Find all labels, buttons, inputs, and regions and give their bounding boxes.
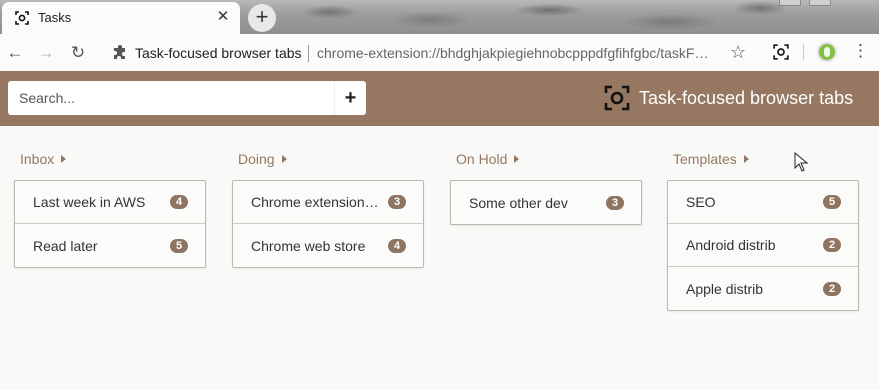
- tab-count-badge: 3: [388, 195, 406, 209]
- puzzle-icon: [114, 45, 125, 59]
- window-maximize-button[interactable]: [809, 0, 831, 6]
- bookmark-star-icon[interactable]: ☆: [730, 42, 746, 63]
- column-title: On Hold: [456, 151, 508, 167]
- tab-count-badge: 4: [388, 238, 406, 253]
- task-item[interactable]: Last week in AWS 4: [15, 181, 205, 224]
- focus-icon: [15, 11, 29, 25]
- tab-count-badge: 2: [823, 281, 841, 296]
- focus-logo-icon: [604, 85, 630, 111]
- task-label: Some other dev: [469, 194, 568, 211]
- app-header: + Task-focused browser tabs: [0, 71, 879, 126]
- address-divider: [308, 45, 309, 62]
- task-label: Chrome extension ...: [251, 194, 379, 210]
- tab-count-badge: 2: [823, 238, 841, 252]
- task-item[interactable]: Apple distrib 2: [668, 267, 858, 310]
- url-text[interactable]: chrome-extension://bhdghjakpiegiehnobcpp…: [317, 45, 708, 61]
- column-header[interactable]: Inbox: [14, 150, 206, 168]
- task-item[interactable]: SEO 5: [668, 181, 858, 224]
- caret-right-icon: [743, 155, 749, 163]
- task-item[interactable]: Chrome extension ... 3: [233, 181, 423, 224]
- column-header[interactable]: Doing: [232, 150, 424, 168]
- tab-title: Tasks: [38, 10, 72, 25]
- browser-tab-active[interactable]: Tasks ✕: [2, 2, 240, 34]
- column-title: Templates: [673, 151, 737, 167]
- tab-strip: Tasks ✕ +: [0, 0, 879, 34]
- tab-count-badge: 3: [606, 195, 624, 210]
- search-input[interactable]: [8, 81, 334, 115]
- more-menu-icon[interactable]: ⋮: [852, 42, 869, 60]
- column-inbox: Inbox Last week in AWS 4 Read later 5: [14, 150, 206, 268]
- column-title: Inbox: [20, 151, 55, 167]
- task-label: SEO: [686, 194, 716, 210]
- search-box: +: [8, 81, 366, 115]
- task-label: Android distrib: [686, 237, 776, 253]
- caret-right-icon: [281, 155, 287, 163]
- site-name: Task-focused browser tabs: [135, 45, 302, 61]
- column-header[interactable]: On Hold: [450, 150, 642, 168]
- browser-toolbar: ← → ↻ Task-focused browser tabs chrome-e…: [0, 34, 879, 71]
- task-label: Last week in AWS: [33, 194, 146, 210]
- new-tab-button[interactable]: +: [248, 4, 276, 32]
- column-on-hold: On Hold Some other dev 3: [450, 150, 642, 225]
- task-list: Last week in AWS 4 Read later 5: [14, 180, 206, 268]
- add-button[interactable]: +: [334, 81, 366, 115]
- address-bar[interactable]: Task-focused browser tabs chrome-extensi…: [104, 38, 764, 67]
- task-item[interactable]: Chrome web store 4: [233, 224, 423, 267]
- back-arrow-icon[interactable]: ←: [4, 42, 26, 64]
- brand: Task-focused browser tabs: [604, 85, 853, 111]
- brand-name: Task-focused browser tabs: [639, 87, 854, 108]
- close-tab-icon[interactable]: ✕: [214, 8, 232, 26]
- task-label: Chrome web store: [251, 237, 366, 254]
- column-title: Doing: [238, 151, 275, 167]
- task-item[interactable]: Read later 5: [15, 224, 205, 267]
- tab-count-badge: 4: [170, 195, 188, 209]
- column-header[interactable]: Templates: [667, 150, 859, 168]
- task-list: Some other dev 3: [450, 180, 642, 225]
- task-label: Apple distrib: [686, 280, 764, 297]
- column-templates: Templates SEO 5 Android distrib 2 Apple …: [667, 150, 859, 311]
- task-item[interactable]: Android distrib 2: [668, 224, 858, 267]
- tab-count-badge: 5: [823, 195, 841, 209]
- task-label: Read later: [33, 237, 98, 254]
- task-list: Chrome extension ... 3 Chrome web store …: [232, 180, 424, 268]
- toolbar-divider: [803, 44, 804, 60]
- caret-right-icon: [61, 155, 67, 163]
- profile-avatar[interactable]: [817, 42, 837, 62]
- tab-count-badge: 5: [170, 238, 188, 253]
- window-minimize-button[interactable]: [779, 0, 801, 6]
- forward-arrow-icon[interactable]: →: [35, 42, 57, 64]
- reload-icon[interactable]: ↻: [67, 42, 89, 64]
- focus-extension-icon[interactable]: [773, 44, 789, 60]
- task-item[interactable]: Some other dev 3: [451, 181, 641, 224]
- task-list: SEO 5 Android distrib 2 Apple distrib 2: [667, 180, 859, 311]
- column-doing: Doing Chrome extension ... 3 Chrome web …: [232, 150, 424, 268]
- caret-right-icon: [514, 155, 520, 163]
- mouse-pointer-icon: [794, 152, 808, 172]
